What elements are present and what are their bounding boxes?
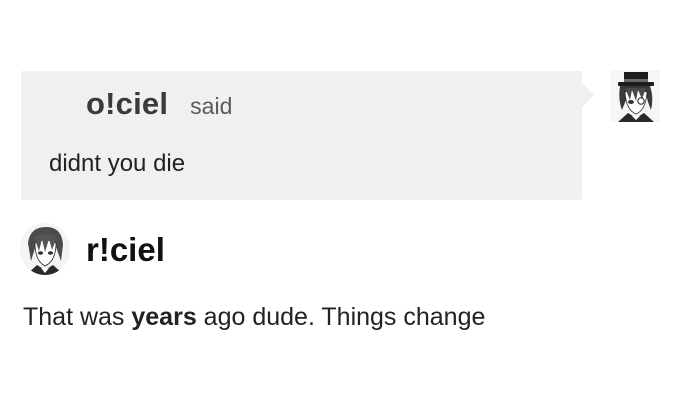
answerer-name[interactable]: r!ciel	[86, 231, 165, 269]
said-label: said	[190, 93, 233, 119]
ask-header: o!ciel said	[86, 86, 232, 122]
anime-avatar-top-hat-icon	[610, 70, 660, 122]
post-container: o!ciel said didnt you die r!ciel That wa…	[0, 0, 682, 409]
answer-text: That was years ago dude. Things change	[23, 303, 485, 332]
answerer-avatar[interactable]	[20, 223, 70, 275]
answer-text-emphasis: years	[131, 303, 197, 331]
answer-text-before: That was	[23, 303, 132, 331]
asker-name[interactable]: o!ciel	[86, 86, 168, 122]
anime-avatar-icon	[20, 223, 70, 275]
answer-text-after: ago dude. Things change	[196, 303, 486, 331]
asker-avatar[interactable]	[610, 70, 660, 122]
ask-question-text: didnt you die	[49, 150, 186, 177]
ask-pointer	[582, 83, 594, 107]
